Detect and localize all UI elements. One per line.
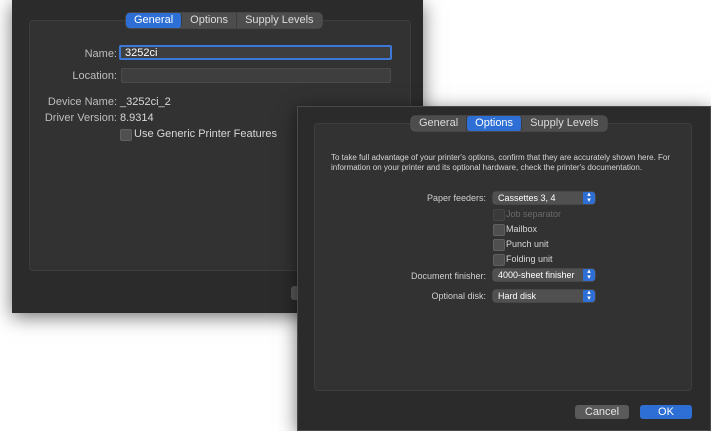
mailbox-checkbox[interactable] <box>493 224 505 236</box>
document-finisher-value: 4000-sheet finisher <box>498 270 575 280</box>
folding-unit-checkbox[interactable] <box>493 254 505 266</box>
tab-options[interactable]: Options <box>467 116 523 131</box>
popup-chevron-icon: ▴ ▾ <box>583 268 595 281</box>
paper-feeders-value: Cassettes 3, 4 <box>498 193 556 203</box>
tab-supply-levels[interactable]: Supply Levels <box>522 116 607 131</box>
generic-features-checkbox[interactable] <box>120 129 132 141</box>
driver-version-value: 8.9314 <box>120 112 154 124</box>
tab-supply-levels[interactable]: Supply Levels <box>237 13 322 28</box>
paper-feeders-popup[interactable]: Cassettes 3, 4 ▴ ▾ <box>493 191 595 204</box>
tab-bar-back: General Options Supply Levels <box>126 13 322 28</box>
device-name-label: Device Name: <box>47 96 117 108</box>
location-label: Location: <box>72 70 117 82</box>
document-finisher-label: Document finisher: <box>410 271 486 281</box>
folding-unit-label: Folding unit <box>506 254 553 264</box>
options-description: To take full advantage of your printer's… <box>331 153 671 172</box>
tab-general[interactable]: General <box>411 116 468 131</box>
document-finisher-popup[interactable]: 4000-sheet finisher ▴ ▾ <box>493 268 595 281</box>
tab-general[interactable]: General <box>126 13 183 28</box>
punch-unit-label: Punch unit <box>506 239 549 249</box>
location-field[interactable] <box>121 68 391 83</box>
printer-options-window: General Options Supply Levels To take fu… <box>297 106 711 431</box>
name-label: Name: <box>84 48 117 60</box>
paper-feeders-label: Paper feeders: <box>426 193 486 203</box>
ok-button[interactable]: OK <box>640 405 692 419</box>
optional-disk-label: Optional disk: <box>431 291 486 301</box>
generic-features-label: Use Generic Printer Features <box>134 128 278 140</box>
optional-disk-value: Hard disk <box>498 291 537 301</box>
cancel-button[interactable]: Cancel <box>575 405 629 419</box>
job-separator-label: Job separator <box>506 209 562 219</box>
optional-disk-popup[interactable]: Hard disk ▴ ▾ <box>493 289 595 302</box>
popup-chevron-icon: ▴ ▾ <box>583 191 595 204</box>
tab-bar-front: General Options Supply Levels <box>411 116 607 131</box>
popup-chevron-icon: ▴ ▾ <box>583 289 595 302</box>
job-separator-checkbox <box>493 209 505 221</box>
mailbox-label: Mailbox <box>506 224 538 234</box>
device-name-value: _3252ci_2 <box>120 96 171 108</box>
driver-version-label: Driver Version: <box>44 112 117 124</box>
name-field[interactable] <box>119 45 392 60</box>
tab-options[interactable]: Options <box>182 13 238 28</box>
punch-unit-checkbox[interactable] <box>493 239 505 251</box>
